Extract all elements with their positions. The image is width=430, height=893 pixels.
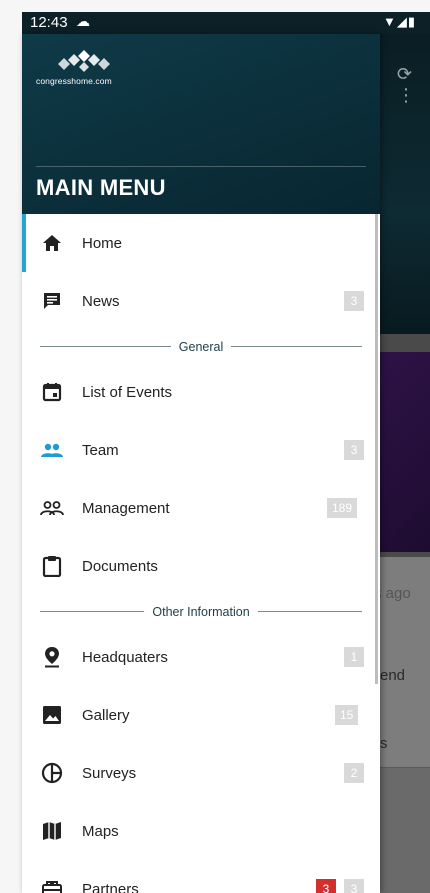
menu-list: Home News 3 General List of Events Team … xyxy=(22,214,380,893)
battery-icon: ▮ xyxy=(407,14,416,29)
people-outline-icon xyxy=(40,496,64,520)
status-bar: 12:43 ☁ ▼◢▮ xyxy=(22,12,430,34)
background-text-s: s xyxy=(380,735,388,752)
section-title: Other Information xyxy=(152,604,250,619)
map-icon xyxy=(40,819,64,843)
background-text-end: end xyxy=(380,667,406,684)
signal-icon: ◢ xyxy=(396,14,408,29)
menu-item-management[interactable]: Management 189 xyxy=(22,479,380,537)
drawer-header: congresshome.com MAIN MENU xyxy=(22,34,380,214)
divider-line xyxy=(257,611,363,612)
menu-item-label: Gallery xyxy=(82,706,130,724)
menu-item-home[interactable]: Home xyxy=(22,214,380,272)
navigation-drawer: congresshome.com MAIN MENU Home News 3 G… xyxy=(22,34,380,893)
alert-badge: 3 xyxy=(316,879,336,893)
menu-item-label: Headquaters xyxy=(82,648,168,666)
menu-item-label: Maps xyxy=(82,822,119,840)
clipboard-icon xyxy=(40,554,64,578)
menu-item-label: Documents xyxy=(82,557,158,575)
menu-item-label: Partners xyxy=(82,880,139,893)
menu-item-label: News xyxy=(82,292,120,310)
section-title: General xyxy=(178,339,224,354)
logo-icon xyxy=(58,50,110,72)
header-divider xyxy=(36,166,366,167)
section-divider-general: General xyxy=(22,330,380,363)
menu-item-label: Surveys xyxy=(82,764,137,782)
logo-text: congresshome.com xyxy=(36,76,112,86)
location-pin-icon xyxy=(40,645,64,669)
menu-title: MAIN MENU xyxy=(36,175,166,200)
cloud-icon: ☁ xyxy=(76,13,90,29)
count-badge: 3 xyxy=(344,291,364,311)
count-badge: 15 xyxy=(335,705,359,725)
pie-chart-icon xyxy=(40,761,64,785)
divider-line xyxy=(231,346,363,347)
menu-item-label: Home xyxy=(82,234,123,252)
section-divider-other-information: Other Information xyxy=(22,595,380,628)
count-badge: 3 xyxy=(344,440,364,460)
wifi-icon: ▼ xyxy=(382,14,397,29)
menu-item-label: Team xyxy=(82,441,119,459)
menu-item-gallery[interactable]: Gallery 15 xyxy=(22,686,380,744)
background-action-icons: ⟳ ⋮ xyxy=(397,64,415,105)
menu-item-label: List of Events xyxy=(82,383,173,401)
menu-item-surveys[interactable]: Surveys 2 xyxy=(22,744,380,802)
status-icons: ▼◢▮ xyxy=(383,14,416,30)
scrollbar[interactable] xyxy=(375,214,378,684)
logo: congresshome.com xyxy=(36,48,136,86)
menu-item-team[interactable]: Team 3 xyxy=(22,421,380,479)
count-badge: 189 xyxy=(327,498,358,518)
menu-item-partners[interactable]: Partners 3 3 xyxy=(22,860,380,893)
menu-item-news[interactable]: News 3 xyxy=(22,272,380,330)
news-icon xyxy=(40,289,64,313)
menu-item-maps[interactable]: Maps xyxy=(22,802,380,860)
menu-item-list-of-events[interactable]: List of Events xyxy=(22,363,380,421)
count-badge: 1 xyxy=(344,647,364,667)
status-time: 12:43 xyxy=(30,14,68,31)
count-badge: 3 xyxy=(344,879,364,893)
menu-item-headquaters[interactable]: Headquaters 1 xyxy=(22,628,380,686)
menu-item-documents[interactable]: Documents xyxy=(22,537,380,595)
screen: s ago end s ⟳ ⋮ ✕ 12:43 ☁ ▼◢▮ xyxy=(0,0,430,893)
calendar-icon xyxy=(40,380,64,404)
team-icon xyxy=(40,438,64,462)
home-icon xyxy=(40,231,64,255)
image-icon xyxy=(40,703,64,727)
divider-line xyxy=(40,611,145,612)
menu-item-label: Management xyxy=(82,499,170,517)
divider-line xyxy=(40,346,171,347)
partners-icon xyxy=(40,877,64,893)
count-badge: 2 xyxy=(344,763,364,783)
